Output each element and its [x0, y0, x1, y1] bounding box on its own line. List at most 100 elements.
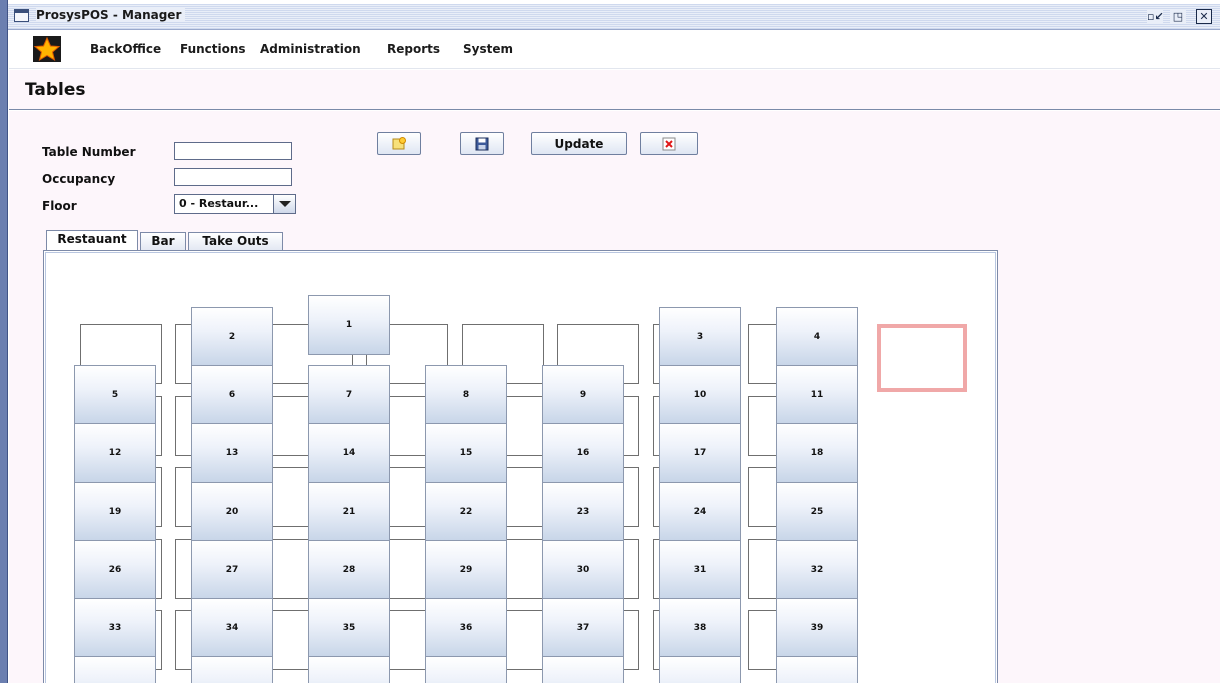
table-button-partial[interactable] [308, 656, 390, 683]
table-number: 34 [225, 623, 239, 633]
floor-select[interactable]: 0 - Restaur... [174, 194, 296, 214]
table-number: 7 [345, 390, 353, 400]
table-button-37[interactable]: 37 [542, 598, 624, 658]
table-button-30[interactable]: 30 [542, 540, 624, 600]
table-number: 14 [342, 448, 356, 458]
table-number: 8 [462, 390, 470, 400]
table-button-11[interactable]: 11 [776, 365, 858, 425]
table-button-partial[interactable] [425, 656, 507, 683]
table-button-6[interactable]: 6 [191, 365, 273, 425]
table-number: 4 [813, 332, 821, 342]
occupancy-input[interactable] [174, 168, 292, 186]
table-number: 31 [693, 565, 707, 575]
table-button-8[interactable]: 8 [425, 365, 507, 425]
page-title-bar: Tables [9, 70, 1220, 110]
table-button-4[interactable]: 4 [776, 307, 858, 367]
table-button-24[interactable]: 24 [659, 482, 741, 542]
table-number: 10 [693, 390, 707, 400]
table-button-partial[interactable] [74, 656, 156, 683]
table-button-28[interactable]: 28 [308, 540, 390, 600]
table-button-23[interactable]: 23 [542, 482, 624, 542]
table-number: 23 [576, 507, 590, 517]
menu-bar: BackOffice Functions Administration Repo… [9, 31, 1220, 69]
table-button-16[interactable]: 16 [542, 423, 624, 483]
tab-bar[interactable]: Bar [140, 232, 186, 250]
table-number: 26 [108, 565, 122, 575]
table-number: 20 [225, 507, 239, 517]
window-left-edge [0, 0, 8, 683]
floor-select-value: 0 - Restaur... [179, 197, 259, 210]
update-button[interactable]: Update [531, 132, 627, 155]
menu-functions[interactable]: Functions [180, 42, 246, 56]
floor-label: Floor [42, 199, 77, 213]
table-number: 1 [345, 320, 353, 330]
table-button-7[interactable]: 7 [308, 365, 390, 425]
window-app-icon [14, 9, 29, 22]
table-button-9[interactable]: 9 [542, 365, 624, 425]
table-button-39[interactable]: 39 [776, 598, 858, 658]
table-button-33[interactable]: 33 [74, 598, 156, 658]
chevron-down-icon[interactable] [273, 195, 295, 213]
table-button-5[interactable]: 5 [74, 365, 156, 425]
table-button-19[interactable]: 19 [74, 482, 156, 542]
save-button[interactable] [460, 132, 504, 155]
table-button-26[interactable]: 26 [74, 540, 156, 600]
table-number: 38 [693, 623, 707, 633]
table-button-partial[interactable] [776, 656, 858, 683]
table-button-15[interactable]: 15 [425, 423, 507, 483]
table-button-32[interactable]: 32 [776, 540, 858, 600]
menu-backoffice[interactable]: BackOffice [90, 42, 161, 56]
table-button-34[interactable]: 34 [191, 598, 273, 658]
menu-administration[interactable]: Administration [260, 42, 361, 56]
table-number: 29 [459, 565, 473, 575]
table-button-12[interactable]: 12 [74, 423, 156, 483]
table-button-31[interactable]: 31 [659, 540, 741, 600]
table-number: 21 [342, 507, 356, 517]
table-button-1[interactable]: 1 [308, 295, 390, 355]
table-button-38[interactable]: 38 [659, 598, 741, 658]
table-button-10[interactable]: 10 [659, 365, 741, 425]
table-button-partial[interactable] [542, 656, 624, 683]
tab-take-outs[interactable]: Take Outs [188, 232, 283, 250]
floor-plan-canvas[interactable]: 1 2 3 4 5 6 7 8 9 10 11 12 13 14 15 16 17 18 19 20 21 22 23 24 2… [43, 250, 998, 683]
table-button-17[interactable]: 17 [659, 423, 741, 483]
table-button-14[interactable]: 14 [308, 423, 390, 483]
table-number: 16 [576, 448, 590, 458]
close-icon[interactable]: ✕ [1196, 9, 1212, 24]
page-title: Tables [25, 80, 86, 100]
table-button-2[interactable]: 2 [191, 307, 273, 367]
table-button-25[interactable]: 25 [776, 482, 858, 542]
table-button-22[interactable]: 22 [425, 482, 507, 542]
tab-restaurant[interactable]: Restauant [46, 230, 138, 250]
menu-system[interactable]: System [463, 42, 513, 56]
table-number: 25 [810, 507, 824, 517]
new-button[interactable] [377, 132, 421, 155]
table-button-36[interactable]: 36 [425, 598, 507, 658]
table-button-partial[interactable] [659, 656, 741, 683]
table-button-13[interactable]: 13 [191, 423, 273, 483]
occupancy-label: Occupancy [42, 172, 116, 186]
delete-button[interactable] [640, 132, 698, 155]
table-number: 18 [810, 448, 824, 458]
red-x-delete-icon [662, 137, 676, 150]
table-button-partial[interactable] [191, 656, 273, 683]
table-number-input[interactable] [174, 142, 292, 160]
minimize-restore-icon[interactable]: ▫↙ [1147, 9, 1164, 24]
table-number: 12 [108, 448, 122, 458]
table-button-27[interactable]: 27 [191, 540, 273, 600]
star-logo-icon [33, 36, 61, 62]
table-button-20[interactable]: 20 [191, 482, 273, 542]
table-button-29[interactable]: 29 [425, 540, 507, 600]
window-title-bar[interactable]: ProsysPOS - Manager ▫↙ ◳ ✕ [8, 4, 1220, 30]
table-button-35[interactable]: 35 [308, 598, 390, 658]
table-number: 3 [696, 332, 704, 342]
table-number: 19 [108, 507, 122, 517]
table-button-18[interactable]: 18 [776, 423, 858, 483]
window-title: ProsysPOS - Manager [36, 8, 186, 22]
menu-reports[interactable]: Reports [387, 42, 440, 56]
table-button-3[interactable]: 3 [659, 307, 741, 367]
table-number: 28 [342, 565, 356, 575]
table-button-21[interactable]: 21 [308, 482, 390, 542]
table-selection-highlight [877, 324, 967, 392]
maximize-icon[interactable]: ◳ [1170, 9, 1186, 24]
